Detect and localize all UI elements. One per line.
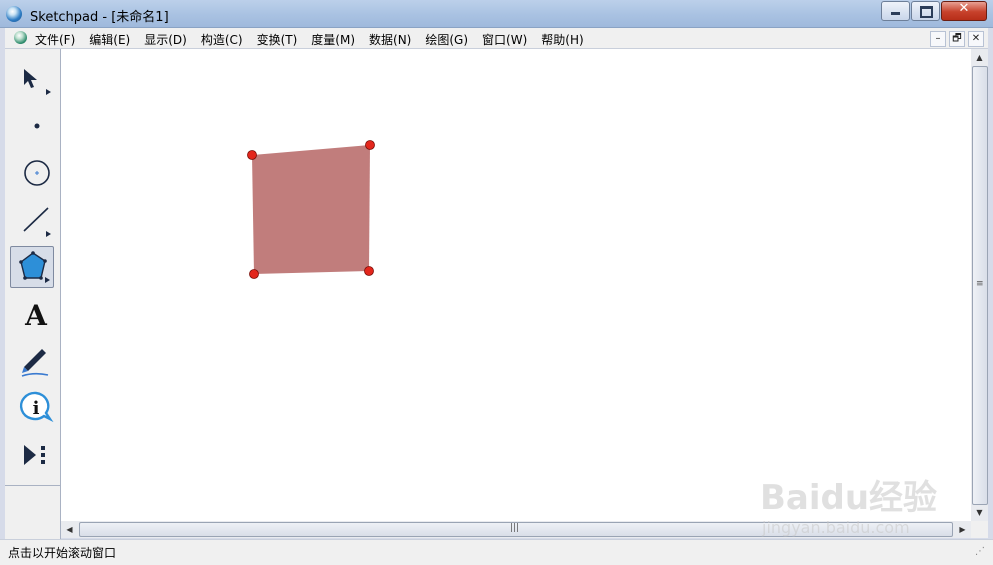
menu-construct[interactable]: 构造(C) [201,31,243,48]
sketch-canvas[interactable] [61,49,971,521]
status-bar: 点击以开始滚动窗口 ⋰ [0,539,993,565]
dot-icon [34,123,40,129]
doc-close-button[interactable]: ✕ [968,31,984,47]
maximize-icon [920,6,933,18]
arrow-select-tool[interactable] [10,57,54,99]
polygon-vertex-top-right[interactable] [365,140,375,150]
close-button[interactable]: ✕ [941,1,987,21]
menu-graph[interactable]: 绘图(G) [425,31,468,48]
scroll-down-icon[interactable]: ▼ [971,504,988,521]
resize-grip-icon[interactable]: ⋰ [975,546,985,557]
circle-icon [24,160,50,186]
scroll-up-icon[interactable]: ▲ [971,49,988,66]
polygon-tool[interactable] [10,246,54,288]
grip-icon: ||| [510,523,520,533]
menu-bar: 文件(F) 编辑(E) 显示(D) 构造(C) 变换(T) 度量(M) 数据(N… [5,28,988,49]
straightedge-tool[interactable] [10,199,54,241]
menu-help[interactable]: 帮助(H) [541,31,583,48]
information-tool[interactable]: i [10,386,54,428]
canvas-drawing [247,140,375,279]
minimize-button[interactable] [881,1,910,21]
sketchpad-app-icon[interactable] [6,6,22,22]
doc-restore-button[interactable]: 🗗 [949,31,965,47]
document-icon[interactable] [14,31,27,44]
menu-data[interactable]: 数据(N) [369,31,411,48]
menu-edit[interactable]: 编辑(E) [89,31,130,48]
menu-measure[interactable]: 度量(M) [311,31,355,48]
document-window-controls: – 🗗 ✕ [927,31,984,47]
point-tool[interactable] [10,105,54,147]
polygon-vertex-bottom-right[interactable] [364,266,374,276]
minimize-icon [891,12,900,15]
polygon-vertex-top-left[interactable] [247,150,257,160]
scroll-right-icon[interactable]: ▶ [954,521,971,538]
polygon-vertex-bottom-left[interactable] [249,269,259,279]
horizontal-scroll-thumb[interactable]: ||| [79,522,953,537]
marker-tool[interactable] [10,339,54,381]
menu-transform[interactable]: 变换(T) [257,31,298,48]
title-bar: Sketchpad - [未命名1] ✕ [0,0,993,28]
info-icon: i [19,391,54,423]
window-controls: ✕ [880,1,987,21]
menu-items: 文件(F) 编辑(E) 显示(D) 构造(C) 变换(T) 度量(M) 数据(N… [35,31,598,48]
custom-tool[interactable] [10,434,54,476]
vertical-scroll-thumb[interactable]: ≡ [972,66,988,505]
info-glyph: i [33,398,40,419]
toolbox: A i [5,49,61,539]
letter-a-glyph: A [24,299,48,332]
toolbox-divider [5,485,60,486]
submenu-indicator-icon [45,277,50,283]
scrollbar-corner [971,521,988,538]
marker-pen-icon [21,349,49,377]
close-icon: ✕ [958,1,970,16]
submenu-indicator-icon [46,231,51,237]
compass-tool[interactable] [10,152,54,194]
maximize-button[interactable] [911,1,940,21]
text-tool[interactable]: A [10,293,54,335]
polygon-interior[interactable] [252,145,370,274]
window-title: Sketchpad - [未命名1] [30,10,169,25]
vertical-scrollbar[interactable]: ▲ ≡ ▼ [971,49,988,521]
scroll-left-icon[interactable]: ◀ [61,521,78,538]
menu-file[interactable]: 文件(F) [35,31,75,48]
menu-display[interactable]: 显示(D) [144,31,187,48]
letter-a-icon: A [24,299,48,332]
status-text: 点击以开始滚动窗口 [8,546,117,560]
menu-window[interactable]: 窗口(W) [482,31,527,48]
submenu-indicator-icon [46,89,51,95]
play-custom-icon [24,445,45,465]
doc-minimize-button[interactable]: – [930,31,946,47]
grip-icon: ≡ [976,279,984,289]
horizontal-scrollbar[interactable]: ◀ ||| ▶ [61,521,971,538]
